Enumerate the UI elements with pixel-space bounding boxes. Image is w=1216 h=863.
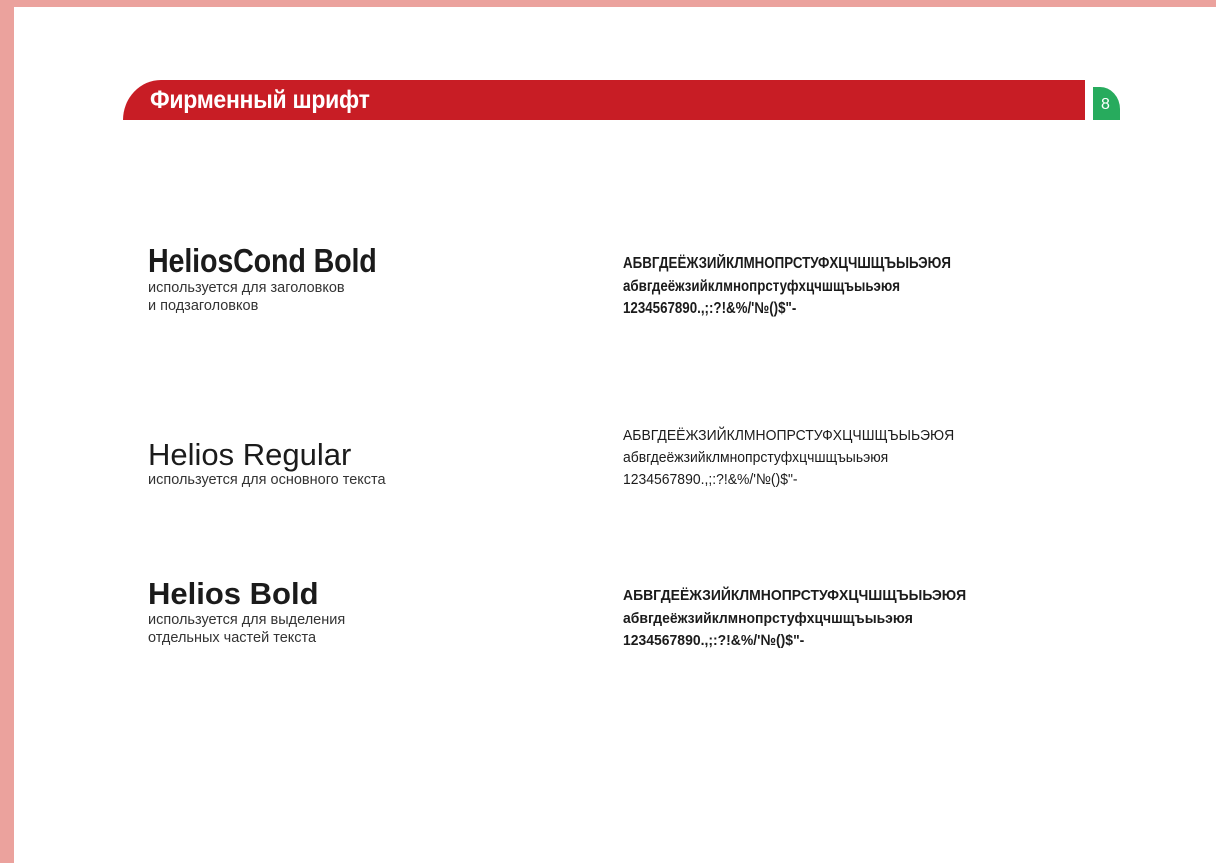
font-description-line: и подзаголовков <box>148 298 259 314</box>
font-sample-helios-regular: АБВГДЕЁЖЗИЙКЛМНОПРСТУФХЦЧШЩЪЫЬЭЮЯ абвгде… <box>623 425 1103 491</box>
page-number: 8 <box>1101 95 1110 113</box>
font-sample-helios-bold: АБВГДЕЁЖЗИЙКЛМНОПРСТУФХЦЧШЩЪЫЬЭЮЯ абвгде… <box>623 585 1103 653</box>
sample-uppercase: АБВГДЕЁЖЗИЙКЛМНОПРСТУФХЦЧШЩЪЫЬЭЮЯ <box>623 587 967 604</box>
sample-lowercase: абвгдеёжзийклмнопрстуфхцчшщъыьэюя <box>623 609 913 627</box>
font-description-line: используется для заголовков <box>148 280 345 296</box>
sample-lowercase: абвгдеёжзийклмнопрстуфхцчшщъыьэюя <box>623 277 901 295</box>
font-spec-heliocond-bold: HeliosCond Bold используется для заголов… <box>148 244 588 315</box>
font-spec-helios-regular: Helios Regular используется для основног… <box>148 439 588 489</box>
sample-digits: 1234567890.,;:?!&%/'№()$"- <box>623 632 805 649</box>
font-description-line: используется для выделения <box>148 612 346 628</box>
font-description-line: используется для основного текста <box>148 472 386 488</box>
section-header-bar: Фирменный шрифт <box>123 80 1085 120</box>
page-number-badge: 8 <box>1093 87 1120 120</box>
font-name: HeliosCond Bold <box>148 242 377 279</box>
document-page: Фирменный шрифт 8 HeliosCond Bold исполь… <box>14 7 1216 863</box>
font-sample-heliocond-bold: АБВГДЕЁЖЗИЙКЛМНОПРСТУФХЦЧШЩЪЫЬЭЮЯ абвгде… <box>623 253 1103 321</box>
font-spec-helios-bold: Helios Bold используется для выделения о… <box>148 578 588 647</box>
font-name: Helios Regular <box>148 437 352 472</box>
sample-digits: 1234567890.,;:?!&%/'№()$"- <box>623 300 797 317</box>
sample-digits: 1234567890.,;:?!&%/'№()$"- <box>623 471 798 488</box>
section-title: Фирменный шрифт <box>150 85 370 114</box>
font-name: Helios Bold <box>148 576 319 611</box>
font-description-line: отдельных частей текста <box>148 630 317 646</box>
sample-uppercase: АБВГДЕЁЖЗИЙКЛМНОПРСТУФХЦЧШЩЪЫЬЭЮЯ <box>623 255 951 272</box>
sample-lowercase: абвгдеёжзийклмнопрстуфхцчшщъыьэюя <box>623 449 889 466</box>
sample-uppercase: АБВГДЕЁЖЗИЙКЛМНОПРСТУФХЦЧШЩЪЫЬЭЮЯ <box>623 427 955 444</box>
